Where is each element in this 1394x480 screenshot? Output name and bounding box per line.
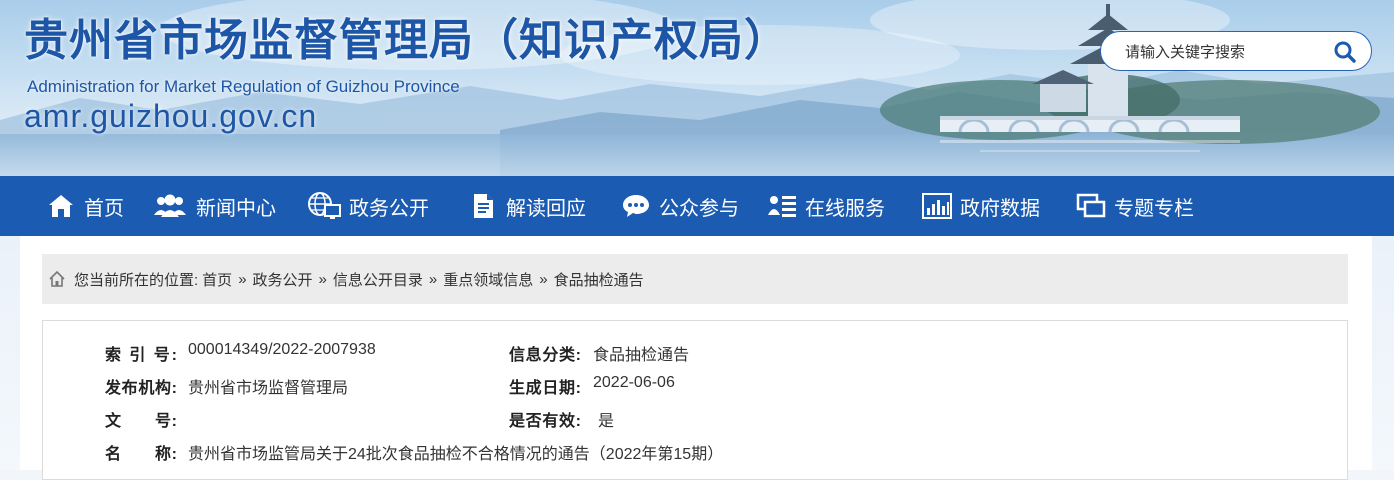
index-number-label: 索 引 号: [105, 347, 177, 364]
home-outline-icon [48, 270, 66, 288]
breadcrumb-item-catalog[interactable]: 信息公开目录 [333, 269, 423, 290]
home-icon [46, 191, 76, 221]
breadcrumb-separator: » [238, 270, 247, 288]
nav-item-label: 新闻中心 [196, 197, 276, 220]
breadcrumb-item-key-areas[interactable]: 重点领域信息 [443, 269, 533, 290]
search-input[interactable] [1123, 40, 1327, 64]
validity-value: 是 [598, 413, 615, 430]
nav-item-label: 政府数据 [960, 197, 1040, 220]
nav-item-label: 专题专栏 [1114, 197, 1194, 220]
index-number-value: 000014349/2022-2007938 [188, 341, 376, 358]
site-subtitle: Administration for Market Regulation of … [27, 77, 460, 96]
nav-item-label: 公众参与 [659, 197, 739, 220]
document-metadata-table: 索 引 号: 000014349/2022-2007938 信息分类: 食品抽检… [42, 320, 1348, 480]
nav-item-gov-data[interactable]: 政府数据 [922, 176, 1040, 236]
breadcrumb: 您当前所在的位置: 首页 » 政务公开 » 信息公开目录 » 重点领域信息 » … [42, 254, 1348, 304]
nav-item-online-service[interactable]: 在线服务 [767, 176, 885, 236]
date-label: 生成日期: [509, 380, 581, 397]
breadcrumb-item-gov-affairs[interactable]: 政务公开 [253, 269, 313, 290]
nav-item-special-topics[interactable]: 专题专栏 [1076, 176, 1194, 236]
user-list-icon [767, 191, 797, 221]
document-name-label: 名 称: [105, 446, 177, 463]
main-navigation: 首页 新闻中心 政务公开 解读回应 公众参与 在线服务 政府数据 专题专栏 [0, 176, 1394, 236]
search-box [1100, 31, 1372, 71]
nav-item-public-participation[interactable]: 公众参与 [621, 176, 739, 236]
nav-item-gov-affairs[interactable]: 政务公开 [307, 176, 429, 236]
windows-icon [1076, 191, 1106, 221]
nav-item-home[interactable]: 首页 [46, 176, 124, 236]
breadcrumb-separator: » [539, 270, 548, 288]
publisher-label: 发布机构: [105, 380, 177, 397]
nav-item-label: 在线服务 [805, 197, 885, 220]
document-name-value: 贵州省市场监管局关于24批次食品抽检不合格情况的通告（2022年第15期） [188, 446, 724, 463]
publisher-value: 贵州省市场监督管理局 [188, 380, 349, 397]
site-title: 贵州省市场监督管理局（知识产权局） [24, 15, 789, 66]
category-value: 食品抽检通告 [593, 347, 690, 364]
nav-item-label: 政务公开 [349, 197, 429, 220]
category-label: 信息分类: [509, 347, 581, 364]
nav-item-label: 解读回应 [506, 197, 586, 220]
bar-chart-icon [922, 191, 952, 221]
nav-item-label: 首页 [84, 197, 124, 220]
chat-icon [621, 191, 651, 221]
site-domain: amr.guizhou.gov.cn [24, 98, 318, 134]
breadcrumb-separator: » [318, 270, 327, 288]
breadcrumb-item-current[interactable]: 食品抽检通告 [554, 269, 644, 290]
breadcrumb-prefix: 您当前所在的位置: [74, 271, 199, 289]
date-value: 2022-06-06 [593, 374, 675, 391]
search-icon[interactable] [1333, 40, 1357, 64]
document-number-label: 文 号: [105, 413, 177, 430]
nav-item-news[interactable]: 新闻中心 [152, 176, 276, 236]
breadcrumb-item-home[interactable]: 首页 [202, 269, 232, 290]
people-icon [152, 191, 188, 221]
breadcrumb-separator: » [428, 270, 438, 288]
globe-monitor-icon [307, 191, 341, 221]
document-icon [468, 191, 498, 221]
header-banner: 贵州省市场监督管理局（知识产权局） Administration for Mar… [0, 0, 1394, 176]
nav-item-interpretation[interactable]: 解读回应 [468, 176, 586, 236]
validity-label: 是否有效: [509, 413, 581, 430]
